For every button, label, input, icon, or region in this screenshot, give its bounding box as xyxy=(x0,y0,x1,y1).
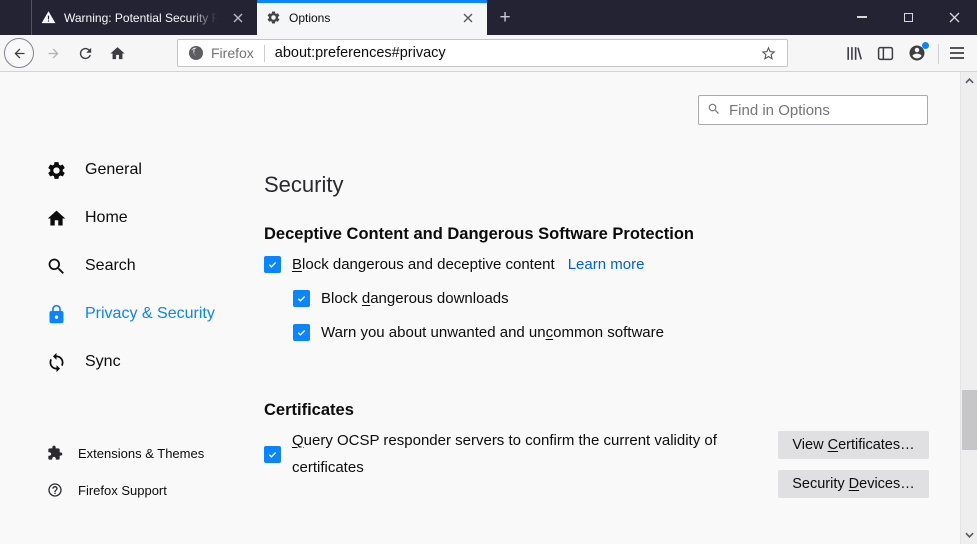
firefox-logo-icon xyxy=(188,45,204,61)
sidebar-item-label: Search xyxy=(85,257,136,274)
checkbox-row-ocsp: Query OCSP responder servers to confirm … xyxy=(264,427,724,481)
home-button[interactable] xyxy=(102,38,132,68)
checkbox-label[interactable]: Warn you about unwanted and uncommon sof… xyxy=(321,324,664,341)
vertical-scrollbar[interactable] xyxy=(960,72,977,544)
bookmark-star-icon[interactable] xyxy=(760,45,777,62)
account-button[interactable] xyxy=(902,38,932,68)
maximize-button[interactable] xyxy=(885,0,931,34)
tab-strip: Warning: Potential Security Risk Options… xyxy=(0,0,977,35)
warning-icon xyxy=(41,10,56,25)
close-icon xyxy=(949,12,959,22)
checkbox-row-block-deceptive: Block dangerous and deceptive content Le… xyxy=(264,256,644,273)
notification-dot xyxy=(922,42,929,49)
reload-icon xyxy=(79,47,91,59)
scrollbar-thumb[interactable] xyxy=(962,390,977,450)
url-bar[interactable]: Firefox about:preferences#privacy xyxy=(177,39,788,67)
checkbox-label[interactable]: Block dangerous downloads xyxy=(321,290,509,307)
close-icon[interactable] xyxy=(458,8,478,28)
gear-icon xyxy=(45,159,67,181)
sidebar-item-general[interactable]: General xyxy=(45,146,215,194)
scroll-down-icon[interactable] xyxy=(961,527,977,543)
sidebar-item-sync[interactable]: Sync xyxy=(45,338,215,386)
forward-button[interactable] xyxy=(38,38,68,68)
preferences-content: General Home Search Privacy & Security S… xyxy=(0,72,977,544)
tab-warning-page[interactable]: Warning: Potential Security Risk xyxy=(31,0,257,35)
sync-icon xyxy=(45,351,67,373)
search-icon xyxy=(707,102,721,116)
maximize-icon xyxy=(903,12,913,22)
minimize-icon xyxy=(857,16,867,18)
checkbox-checked[interactable] xyxy=(264,256,281,273)
new-tab-button[interactable]: + xyxy=(492,5,518,31)
library-button[interactable] xyxy=(838,38,868,68)
home-icon xyxy=(45,207,67,229)
hamburger-icon xyxy=(950,47,964,59)
section-heading-protection: Deceptive Content and Dangerous Software… xyxy=(264,225,694,243)
navigation-toolbar: Firefox about:preferences#privacy xyxy=(0,35,977,72)
find-in-options xyxy=(698,95,928,125)
lock-icon xyxy=(45,303,67,325)
sidebar-footer-label: Firefox Support xyxy=(78,482,167,498)
checkbox-checked[interactable] xyxy=(293,324,310,341)
sidebar-item-privacy-security[interactable]: Privacy & Security xyxy=(45,290,215,338)
section-heading-certificates: Certificates xyxy=(264,401,354,419)
view-certificates-button[interactable]: View Certificates… xyxy=(778,431,929,459)
close-icon[interactable] xyxy=(228,8,248,28)
checkbox-label[interactable]: Query OCSP responder servers to confirm … xyxy=(292,427,722,481)
find-in-options-input[interactable] xyxy=(698,95,928,125)
sidebar-item-extensions-themes[interactable]: Extensions & Themes xyxy=(46,444,204,462)
back-icon xyxy=(4,38,34,68)
sidebar-toggle-button[interactable] xyxy=(870,38,900,68)
search-icon xyxy=(45,255,67,277)
sidebar-item-firefox-support[interactable]: Firefox Support xyxy=(46,481,167,499)
checkbox-row-warn-software: Warn you about unwanted and uncommon sof… xyxy=(293,324,664,341)
learn-more-link[interactable]: Learn more xyxy=(568,256,645,273)
checkbox-row-block-downloads: Block dangerous downloads xyxy=(293,290,509,307)
home-icon xyxy=(109,46,125,59)
sidebar-item-label: Sync xyxy=(85,353,121,370)
tab-title: Options xyxy=(289,10,331,25)
checkbox-checked[interactable] xyxy=(293,290,310,307)
close-window-button[interactable] xyxy=(931,0,977,34)
sidebar-item-label: Home xyxy=(85,209,128,226)
scroll-up-icon[interactable] xyxy=(961,73,977,89)
library-icon xyxy=(846,46,862,60)
sidebar-item-label: Privacy & Security xyxy=(85,305,215,322)
gear-icon xyxy=(266,10,281,25)
puzzle-icon xyxy=(46,444,64,462)
sidebar-item-label: General xyxy=(85,161,142,178)
sidebar-item-search[interactable]: Search xyxy=(45,242,215,290)
help-icon xyxy=(46,481,64,499)
tab-options[interactable]: Options xyxy=(257,0,487,35)
minimize-button[interactable] xyxy=(839,0,885,34)
security-devices-button[interactable]: Security Devices… xyxy=(778,470,929,498)
account-icon xyxy=(908,42,929,62)
category-sidebar: General Home Search Privacy & Security S… xyxy=(45,146,215,386)
tab-title: Warning: Potential Security Risk xyxy=(64,10,224,25)
sidebar-footer-label: Extensions & Themes xyxy=(78,445,205,461)
checkbox-label[interactable]: Block dangerous and deceptive content xyxy=(292,256,555,273)
identity-label: Firefox xyxy=(211,45,254,61)
page-title: Security xyxy=(264,172,344,197)
menu-button[interactable] xyxy=(942,38,972,68)
url-text[interactable]: about:preferences#privacy xyxy=(275,45,760,61)
back-button[interactable] xyxy=(4,38,34,68)
urlbar-separator xyxy=(263,44,265,62)
reload-button[interactable] xyxy=(70,38,100,68)
sidebar-toggle-icon xyxy=(877,46,893,60)
sidebar-item-home[interactable]: Home xyxy=(45,194,215,242)
window-controls xyxy=(839,0,977,34)
checkbox-checked[interactable] xyxy=(264,445,281,463)
toolbar-separator xyxy=(938,44,939,64)
forward-icon xyxy=(48,48,58,58)
